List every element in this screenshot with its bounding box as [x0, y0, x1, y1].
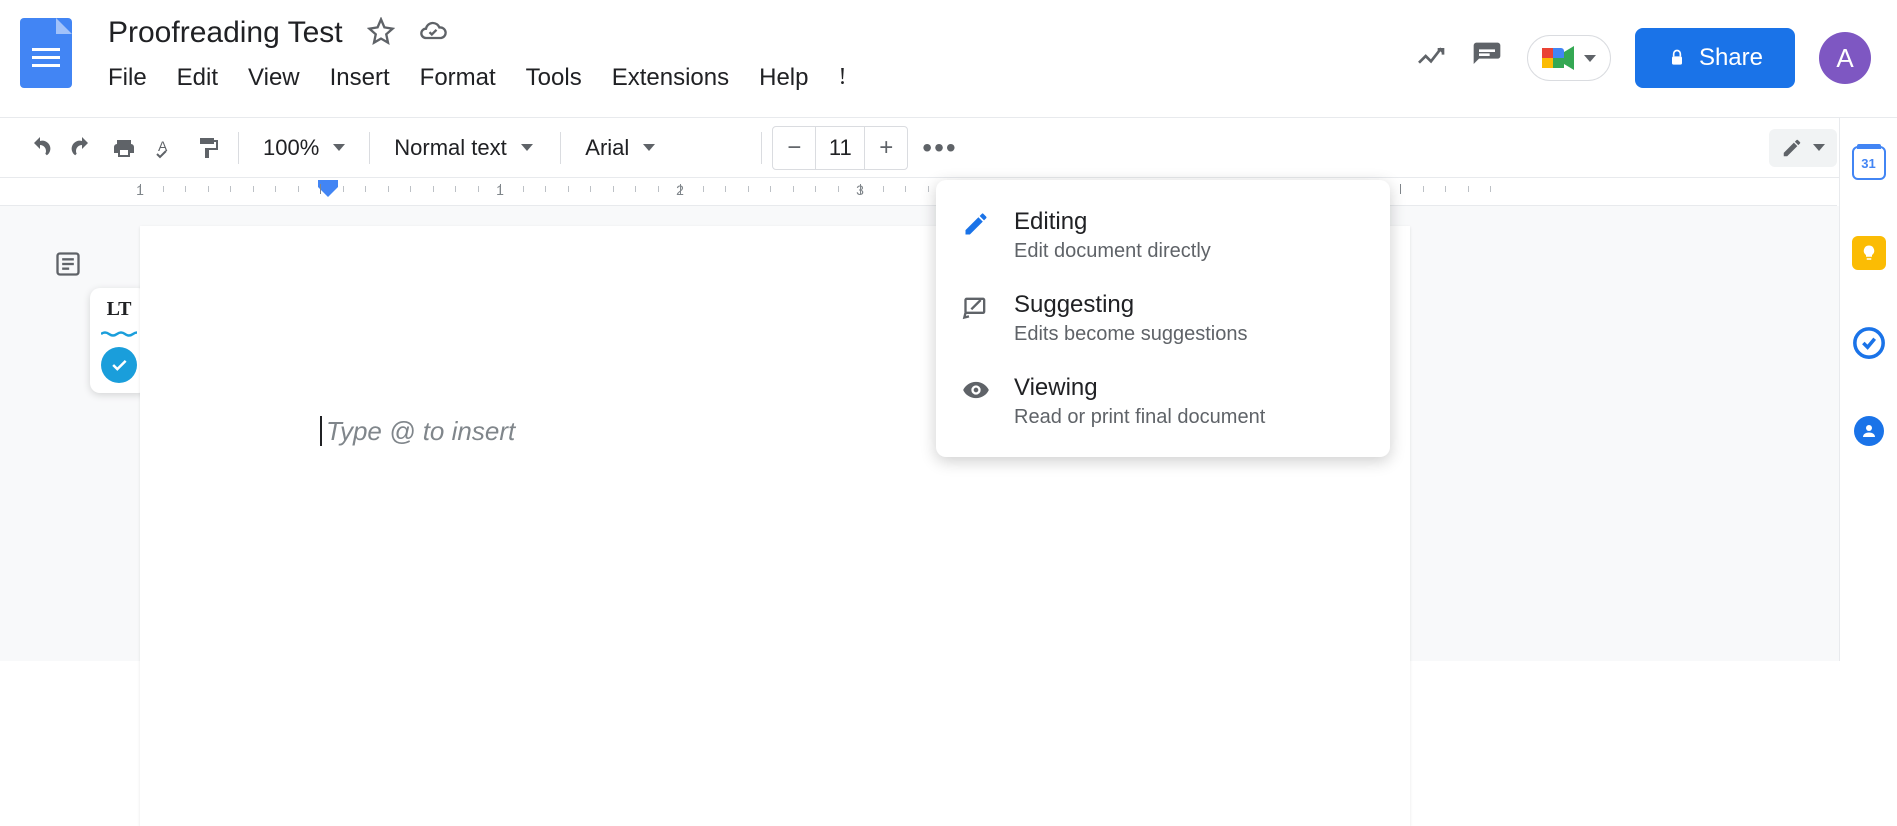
chevron-down-icon — [521, 144, 533, 151]
menu-bar: File Edit View Insert Format Tools Exten… — [108, 64, 1415, 92]
more-tools-button[interactable]: ••• — [910, 132, 969, 164]
meet-icon — [1542, 44, 1576, 72]
star-icon[interactable] — [367, 17, 395, 50]
font-select[interactable]: Arial — [571, 135, 751, 161]
chevron-down-icon — [1584, 55, 1596, 62]
font-size-control: − 11 + — [772, 126, 908, 170]
analytics-icon[interactable] — [1415, 40, 1447, 77]
document-title[interactable]: Proofreading Test — [108, 16, 343, 50]
suggest-icon — [962, 291, 992, 346]
chevron-down-icon — [643, 144, 655, 151]
share-label: Share — [1699, 44, 1763, 72]
share-button[interactable]: Share — [1635, 28, 1795, 88]
print-button[interactable] — [104, 128, 144, 168]
mode-editing-option[interactable]: Editing Edit document directly — [936, 194, 1390, 277]
zoom-value: 100% — [263, 135, 319, 161]
menu-extensions[interactable]: Extensions — [612, 64, 729, 92]
account-avatar[interactable]: A — [1819, 32, 1871, 84]
wave-icon — [101, 331, 137, 337]
decrease-font-button[interactable]: − — [773, 127, 815, 169]
activity-indicator[interactable]: ! — [838, 64, 846, 92]
menu-file[interactable]: File — [108, 64, 147, 92]
check-icon — [101, 347, 137, 383]
toolbar: A 100% Normal text Arial − 11 + ••• — [0, 118, 1897, 178]
mode-suggesting-option[interactable]: Suggesting Edits become suggestions — [936, 277, 1390, 360]
pencil-icon — [962, 208, 992, 263]
mode-editing-title: Editing — [1014, 208, 1211, 236]
mode-viewing-title: Viewing — [1014, 374, 1265, 402]
paint-format-button[interactable] — [188, 128, 228, 168]
title-area: Proofreading Test File Edit View Insert … — [108, 10, 1415, 92]
chevron-down-icon — [333, 144, 345, 151]
languagetool-icon: LT — [107, 298, 132, 321]
tasks-icon[interactable] — [1852, 326, 1886, 360]
calendar-icon[interactable]: 31 — [1852, 146, 1886, 180]
indent-marker[interactable] — [318, 180, 338, 197]
cloud-saved-icon[interactable] — [419, 17, 447, 50]
contacts-icon[interactable] — [1854, 416, 1884, 446]
comments-icon[interactable] — [1471, 40, 1503, 77]
chevron-down-icon — [1813, 144, 1825, 151]
text-cursor — [320, 416, 322, 446]
font-size-input[interactable]: 11 — [815, 127, 865, 169]
menu-format[interactable]: Format — [420, 64, 496, 92]
zoom-select[interactable]: 100% — [249, 135, 359, 161]
menu-tools[interactable]: Tools — [526, 64, 582, 92]
side-panel: 31 — [1839, 118, 1897, 661]
keep-icon[interactable] — [1852, 236, 1886, 270]
docs-logo-icon[interactable] — [20, 18, 72, 88]
paragraph-style-select[interactable]: Normal text — [380, 135, 550, 161]
editing-mode-button[interactable] — [1769, 129, 1837, 167]
pencil-icon — [1781, 137, 1803, 159]
menu-insert[interactable]: Insert — [330, 64, 390, 92]
app-header: Proofreading Test File Edit View Insert … — [0, 0, 1897, 118]
undo-button[interactable] — [20, 128, 60, 168]
eye-icon — [962, 374, 992, 429]
outline-toggle-button[interactable] — [50, 246, 86, 282]
editing-mode-menu: Editing Edit document directly Suggestin… — [936, 180, 1390, 457]
redo-button[interactable] — [62, 128, 102, 168]
menu-view[interactable]: View — [248, 64, 300, 92]
menu-help[interactable]: Help — [759, 64, 808, 92]
mode-viewing-option[interactable]: Viewing Read or print final document — [936, 360, 1390, 443]
horizontal-ruler[interactable]: 1 1 2 3 — [0, 178, 1837, 206]
menu-edit[interactable]: Edit — [177, 64, 218, 92]
spellcheck-button[interactable]: A — [146, 128, 186, 168]
font-value: Arial — [585, 135, 629, 161]
increase-font-button[interactable]: + — [865, 127, 907, 169]
meet-button[interactable] — [1527, 35, 1611, 81]
header-actions: Share A — [1415, 10, 1877, 88]
style-value: Normal text — [394, 135, 506, 161]
mode-editing-subtitle: Edit document directly — [1014, 240, 1211, 263]
mode-viewing-subtitle: Read or print final document — [1014, 406, 1265, 429]
mode-suggesting-title: Suggesting — [1014, 291, 1247, 319]
mode-suggesting-subtitle: Edits become suggestions — [1014, 323, 1247, 346]
insert-placeholder: Type @ to insert — [326, 416, 515, 447]
